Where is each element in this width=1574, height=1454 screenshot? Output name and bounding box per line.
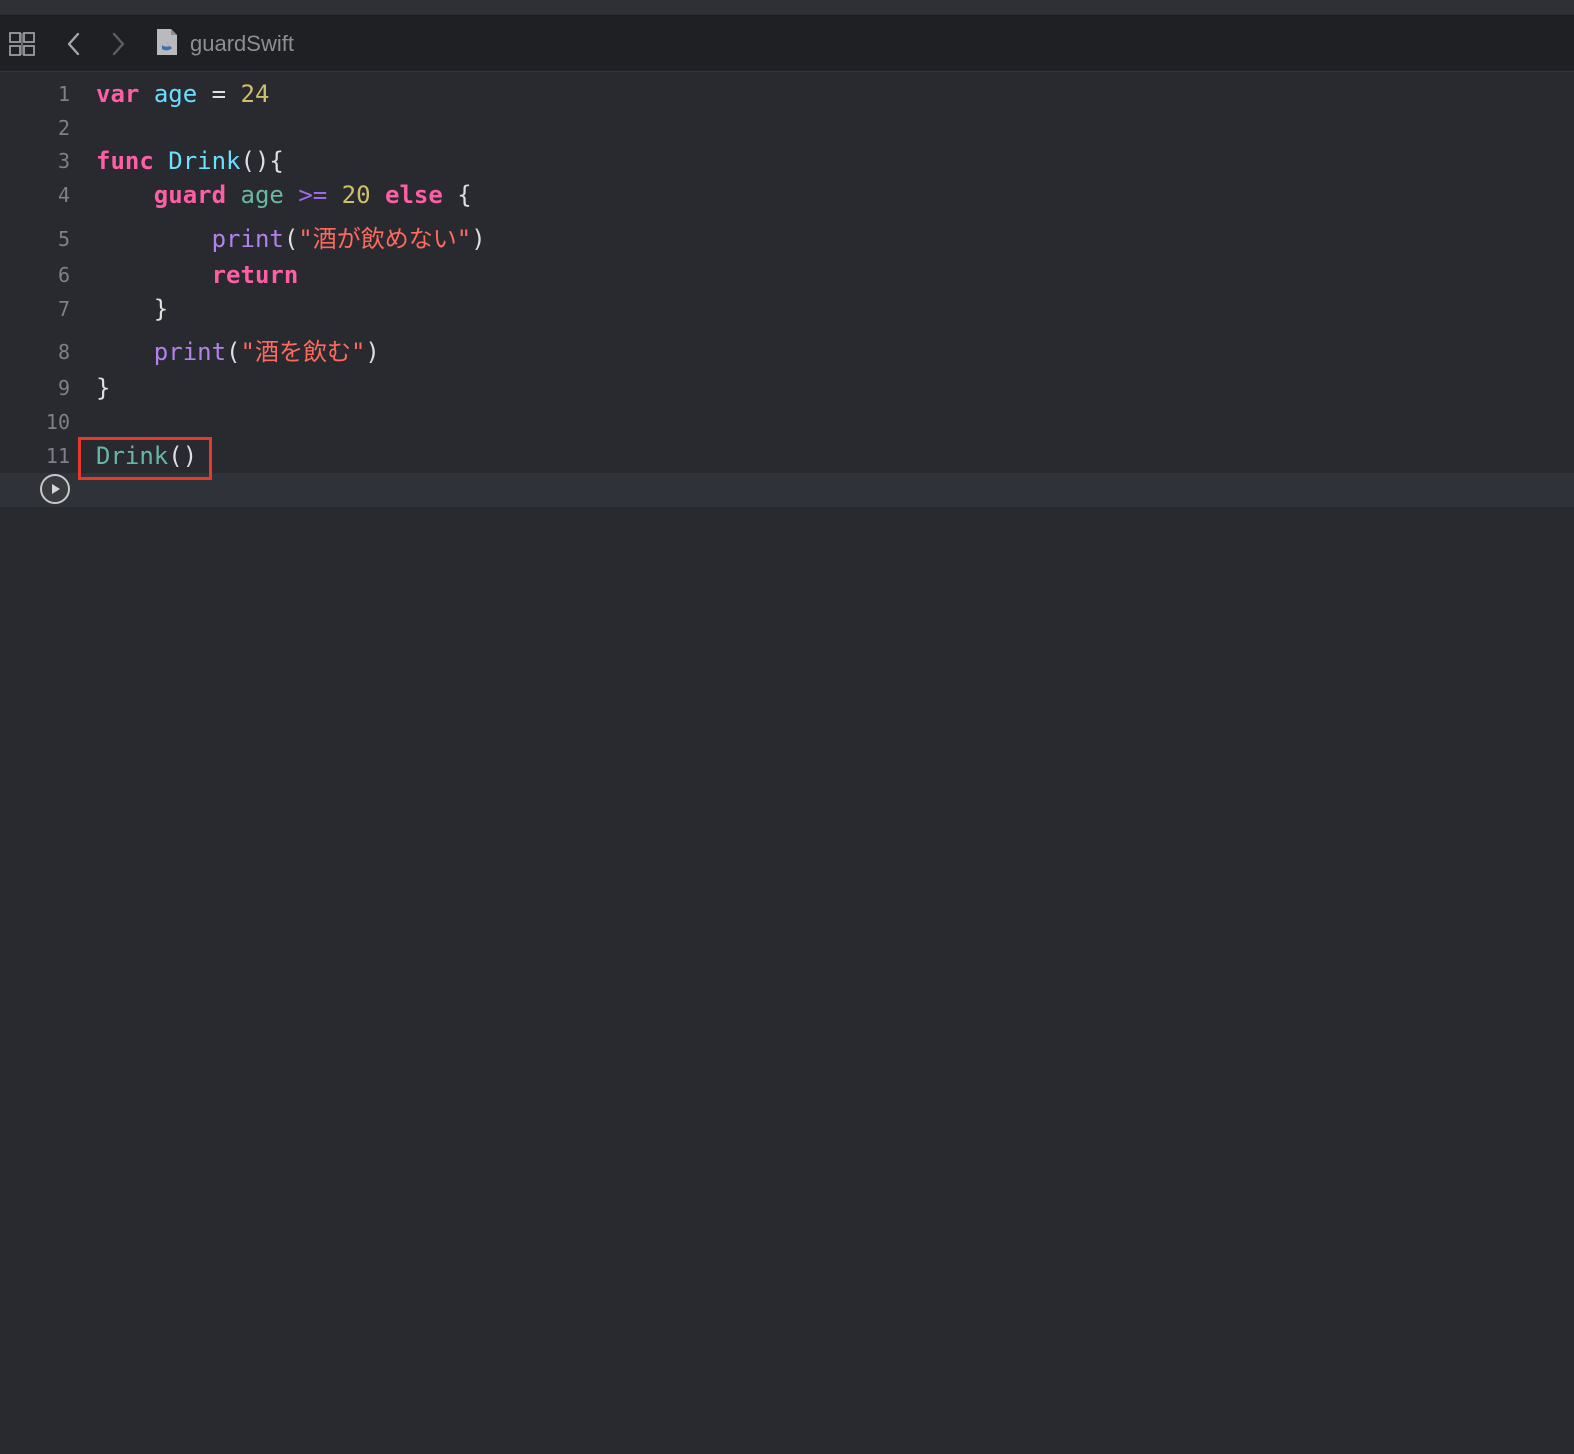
- code-text: func Drink(){: [96, 144, 284, 178]
- code-token: 24: [240, 80, 270, 108]
- code-line[interactable]: 10: [0, 405, 1574, 439]
- line-number: 4: [57, 183, 70, 207]
- related-items-grid-icon[interactable]: [6, 28, 38, 60]
- code-token: (: [283, 225, 299, 253]
- line-number: 3: [57, 149, 70, 173]
- jump-bar: guardSwift: [0, 16, 1574, 72]
- code-token: (: [226, 338, 241, 366]
- code-token: guard: [153, 181, 227, 209]
- code-text: }: [96, 371, 110, 405]
- current-line-highlight: [0, 473, 1574, 507]
- code-token: }: [96, 295, 169, 323]
- line-number: 7: [57, 297, 70, 321]
- code-text: print("酒を飲む"): [96, 335, 380, 369]
- code-token: =: [197, 80, 241, 108]
- code-line[interactable]: 5 print("酒が飲めない"): [0, 222, 1574, 256]
- code-token: else: [385, 181, 443, 209]
- code-line[interactable]: 9}: [0, 371, 1574, 405]
- code-token: {: [442, 181, 472, 209]
- code-line[interactable]: 1 var age = 24: [0, 77, 1574, 111]
- code-token: func: [96, 147, 154, 175]
- code-line[interactable]: 4 guard age >= 20 else {: [0, 178, 1574, 212]
- code-token: "酒が飲めない": [298, 225, 472, 253]
- code-token: print: [153, 338, 227, 366]
- code-token: var: [96, 80, 140, 108]
- line-number: 10: [45, 410, 70, 434]
- line-number: 6: [57, 263, 70, 287]
- file-name-label: guardSwift: [190, 31, 294, 56]
- code-text: guard age >= 20 else {: [96, 178, 472, 212]
- code-token: (){: [240, 147, 284, 175]
- code-token: age: [153, 80, 198, 108]
- code-text: var age = 24: [96, 77, 269, 111]
- code-token: 20: [341, 181, 371, 209]
- swift-file-icon: [154, 27, 180, 62]
- code-token: ): [365, 338, 380, 366]
- code-text: }: [96, 292, 168, 326]
- line-number: 11: [45, 444, 70, 468]
- play-circle-icon[interactable]: [40, 474, 70, 504]
- code-token: return: [211, 261, 299, 289]
- code-token: ): [471, 225, 486, 253]
- code-text: print("酒が飲めない"): [96, 222, 486, 256]
- code-line[interactable]: 2: [0, 111, 1574, 145]
- annotation-highlight-box: [78, 437, 212, 480]
- code-line[interactable]: 7 }: [0, 292, 1574, 326]
- code-token: }: [96, 374, 111, 402]
- code-token: "酒を飲む": [240, 338, 366, 366]
- code-text: return: [96, 258, 299, 292]
- jump-bar-file-crumb[interactable]: guardSwift: [154, 28, 294, 60]
- code-line[interactable]: 6 return: [0, 258, 1574, 292]
- line-number: 2: [57, 116, 70, 140]
- line-number: 8: [57, 340, 70, 364]
- line-number: 9: [57, 376, 70, 400]
- code-line[interactable]: 3 func Drink(){: [0, 144, 1574, 178]
- code-line[interactable]: 8 print("酒を飲む"): [0, 335, 1574, 369]
- source-editor[interactable]: 1 var age = 24 2 3 func Drink(){4 guard age …: [0, 73, 1574, 1454]
- chevron-right-icon[interactable]: [104, 28, 132, 60]
- code-token: Drink: [168, 147, 241, 175]
- code-token: age: [240, 181, 284, 209]
- line-number: 5: [57, 227, 70, 251]
- code-line[interactable]: 11 Drink(): [0, 439, 1574, 473]
- chevron-left-icon[interactable]: [60, 28, 88, 60]
- code-token: print: [211, 225, 284, 253]
- code-token: >=: [298, 181, 328, 209]
- line-number: 1: [57, 82, 70, 106]
- window-top-strip: [0, 0, 1574, 16]
